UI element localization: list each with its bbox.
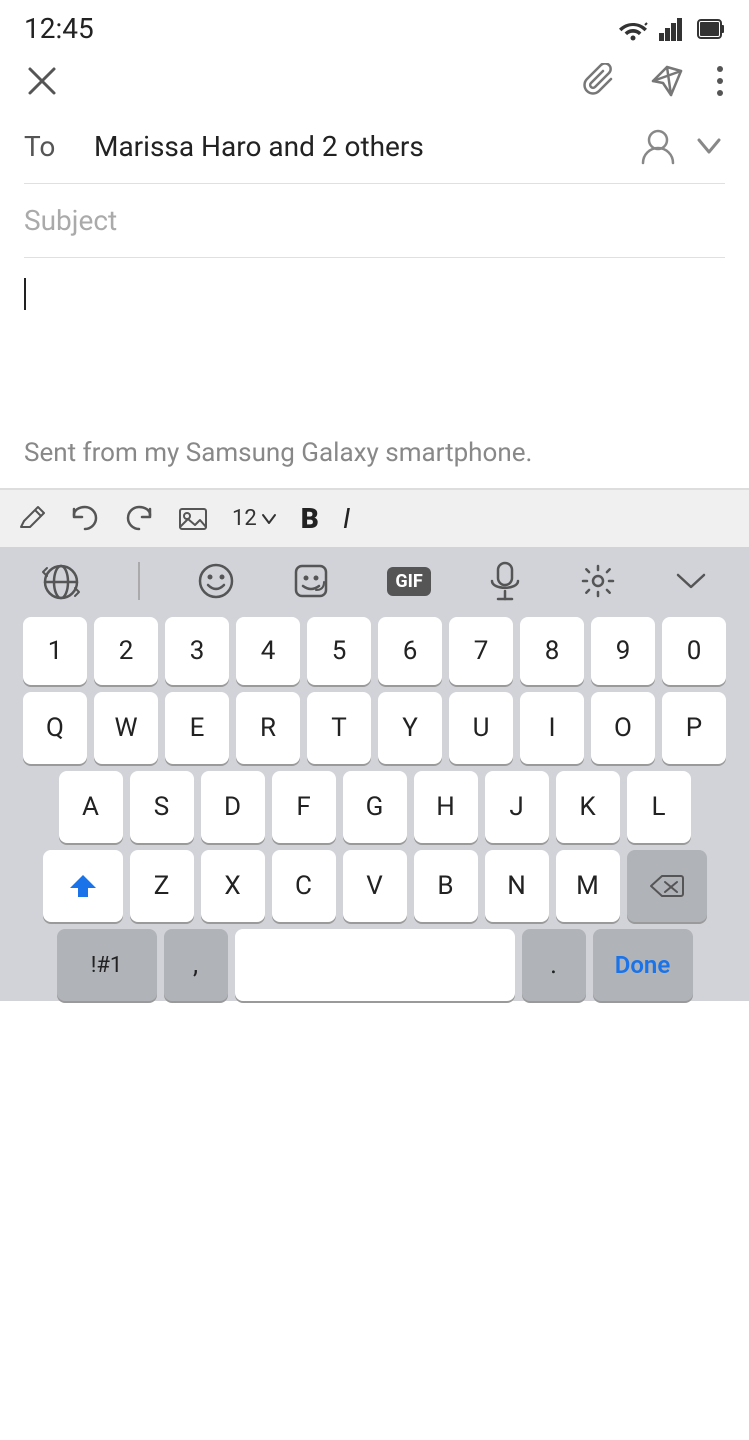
keyboard-top-row: GIF <box>0 547 749 611</box>
font-size-value: 12 <box>232 506 257 531</box>
key-w[interactable]: W <box>94 692 158 764</box>
keyboard-divider <box>138 562 140 600</box>
done-key[interactable]: Done <box>593 929 693 1001</box>
key-c[interactable]: C <box>272 850 336 922</box>
status-icons <box>617 17 725 41</box>
mic-button[interactable] <box>488 561 522 601</box>
status-time: 12:45 <box>24 12 94 45</box>
sticker-button[interactable] <box>292 562 330 600</box>
key-4[interactable]: 4 <box>236 617 300 685</box>
keyboard-collapse-button[interactable] <box>674 567 708 595</box>
key-8[interactable]: 8 <box>520 617 584 685</box>
signal-icon <box>659 17 687 41</box>
asdf-row: A S D F G H J K L <box>4 771 745 843</box>
symbol-key[interactable]: !#1 <box>57 929 157 1001</box>
key-x[interactable]: X <box>201 850 265 922</box>
body-area[interactable] <box>24 258 725 418</box>
close-button[interactable] <box>24 63 60 99</box>
comma-key[interactable]: , <box>164 929 228 1001</box>
app-toolbar <box>0 53 749 109</box>
qwerty-row: Q W E R T Y U I O P <box>4 692 745 764</box>
keyboard-settings-button[interactable] <box>579 562 617 600</box>
key-7[interactable]: 7 <box>449 617 513 685</box>
insert-image-button[interactable] <box>178 505 208 533</box>
to-icons <box>641 127 725 165</box>
key-o[interactable]: O <box>591 692 655 764</box>
key-e[interactable]: E <box>165 692 229 764</box>
gif-label: GIF <box>387 567 430 596</box>
key-a[interactable]: A <box>59 771 123 843</box>
to-label: To <box>24 130 74 163</box>
key-t[interactable]: T <box>307 692 371 764</box>
zxcv-row: Z X C V B N M <box>4 850 745 922</box>
key-f[interactable]: F <box>272 771 336 843</box>
key-j[interactable]: J <box>485 771 549 843</box>
key-v[interactable]: V <box>343 850 407 922</box>
more-button[interactable] <box>715 63 725 99</box>
expand-icon[interactable] <box>693 130 725 162</box>
text-cursor <box>24 278 26 310</box>
subject-placeholder: Subject <box>24 204 117 237</box>
space-key[interactable] <box>235 929 515 1001</box>
key-1[interactable]: 1 <box>23 617 87 685</box>
key-r[interactable]: R <box>236 692 300 764</box>
attach-button[interactable] <box>583 63 619 99</box>
key-g[interactable]: G <box>343 771 407 843</box>
pencil-button[interactable] <box>18 505 46 533</box>
number-row: 1 2 3 4 5 6 7 8 9 0 <box>4 617 745 685</box>
backspace-key[interactable] <box>627 850 707 922</box>
key-n[interactable]: N <box>485 850 549 922</box>
period-key[interactable]: . <box>522 929 586 1001</box>
key-s[interactable]: S <box>130 771 194 843</box>
key-h[interactable]: H <box>414 771 478 843</box>
key-q[interactable]: Q <box>23 692 87 764</box>
to-row: To Marissa Haro and 2 others <box>24 109 725 184</box>
shift-key[interactable] <box>43 850 123 922</box>
emoji-button[interactable] <box>197 562 235 600</box>
compose-area: To Marissa Haro and 2 others Subject Sen… <box>0 109 749 488</box>
translate-button[interactable] <box>41 562 81 600</box>
key-l[interactable]: L <box>627 771 691 843</box>
key-k[interactable]: K <box>556 771 620 843</box>
wifi-icon <box>617 17 649 41</box>
email-signature: Sent from my Samsung Galaxy smartphone. <box>24 418 725 488</box>
key-2[interactable]: 2 <box>94 617 158 685</box>
battery-icon <box>697 18 725 40</box>
send-button[interactable] <box>649 63 685 99</box>
key-p[interactable]: P <box>662 692 726 764</box>
key-0[interactable]: 0 <box>662 617 726 685</box>
key-y[interactable]: Y <box>378 692 442 764</box>
keyboard: 1 2 3 4 5 6 7 8 9 0 Q W E R T Y U I O P … <box>0 611 749 1001</box>
key-9[interactable]: 9 <box>591 617 655 685</box>
format-toolbar: 12 B I <box>0 489 749 547</box>
toolbar-actions <box>583 63 725 99</box>
key-6[interactable]: 6 <box>378 617 442 685</box>
redo-button[interactable] <box>124 505 154 533</box>
bold-button[interactable]: B <box>301 502 319 535</box>
status-bar: 12:45 <box>0 0 749 53</box>
key-m[interactable]: M <box>556 850 620 922</box>
undo-button[interactable] <box>70 505 100 533</box>
add-contact-icon[interactable] <box>641 127 675 165</box>
key-u[interactable]: U <box>449 692 513 764</box>
gif-button[interactable]: GIF <box>387 567 430 596</box>
key-i[interactable]: I <box>520 692 584 764</box>
key-3[interactable]: 3 <box>165 617 229 685</box>
to-field[interactable]: Marissa Haro and 2 others <box>94 130 621 163</box>
subject-row[interactable]: Subject <box>24 184 725 258</box>
key-z[interactable]: Z <box>130 850 194 922</box>
key-b[interactable]: B <box>414 850 478 922</box>
key-d[interactable]: D <box>201 771 265 843</box>
bottom-row: !#1 , . Done <box>4 929 745 1001</box>
key-5[interactable]: 5 <box>307 617 371 685</box>
italic-button[interactable]: I <box>343 502 350 535</box>
font-size-button[interactable]: 12 <box>232 506 277 531</box>
